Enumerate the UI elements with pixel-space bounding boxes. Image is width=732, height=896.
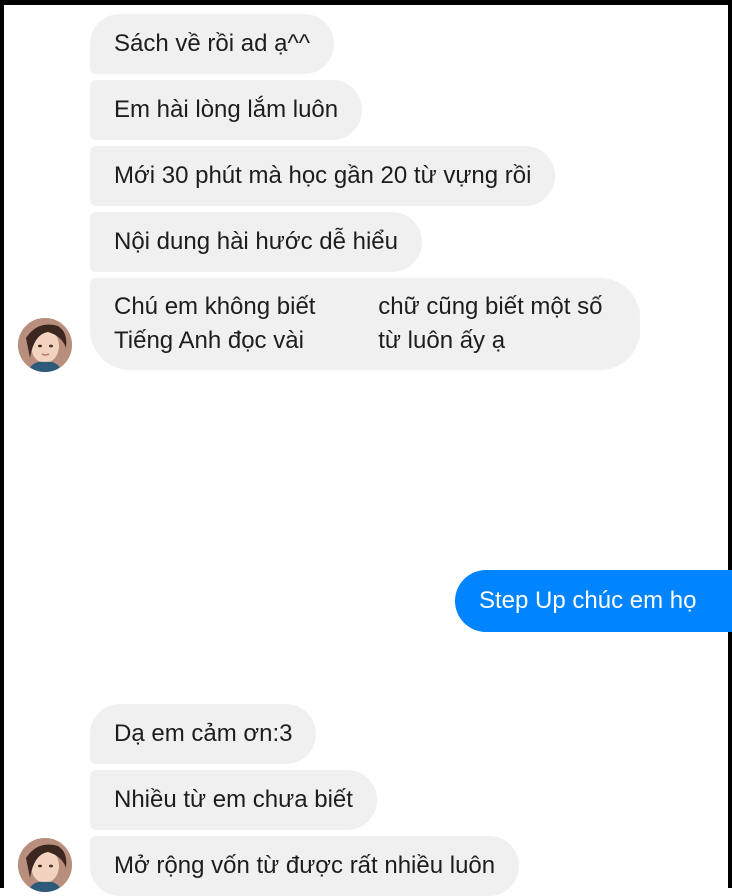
message-text: Mở rộng vốn từ được rất nhiều luôn bbox=[114, 852, 496, 879]
incoming-message[interactable]: Dạ em cảm ơn:3 bbox=[90, 704, 317, 764]
incoming-message[interactable]: Chú em không biết Tiếng Anh đọc vài chữ … bbox=[90, 278, 640, 370]
message-text: Nội dung hài hước dễ hiểu bbox=[114, 228, 398, 255]
window-frame-top bbox=[0, 0, 732, 5]
message-text: Nhiều từ em chưa biết bbox=[114, 786, 353, 813]
window-frame-right bbox=[728, 0, 732, 888]
incoming-message[interactable]: Em hài lòng lắm luôn bbox=[90, 80, 363, 140]
message-text: Mới 30 phút mà học gần 20 từ vựng rồi bbox=[114, 162, 532, 189]
message-text-line: chữ cũng biết một số từ luôn ấy ạ bbox=[378, 293, 603, 354]
message-text: Step Up chúc em họ bbox=[479, 587, 697, 614]
incoming-message[interactable]: Nhiều từ em chưa biết bbox=[90, 770, 377, 830]
message-text-line: Chú em không biết Tiếng Anh đọc vài bbox=[114, 293, 316, 354]
incoming-message[interactable]: Nội dung hài hước dễ hiểu bbox=[90, 212, 422, 272]
incoming-message[interactable]: Mới 30 phút mà học gần 20 từ vựng rồi bbox=[90, 146, 556, 206]
user-avatar-icon[interactable] bbox=[18, 318, 72, 372]
message-text: Dạ em cảm ơn:3 bbox=[114, 720, 293, 747]
incoming-message[interactable]: Sách về rồi ad ạ^^ bbox=[90, 14, 334, 74]
window-frame-left bbox=[0, 0, 4, 888]
incoming-message[interactable]: Mở rộng vốn từ được rất nhiều luôn bbox=[90, 836, 520, 896]
message-text: Em hài lòng lắm luôn bbox=[114, 96, 339, 123]
message-text: Sách về rồi ad ạ^^ bbox=[114, 30, 310, 57]
user-avatar-icon[interactable] bbox=[18, 838, 72, 892]
outgoing-message[interactable]: Step Up chúc em họ bbox=[455, 570, 732, 632]
